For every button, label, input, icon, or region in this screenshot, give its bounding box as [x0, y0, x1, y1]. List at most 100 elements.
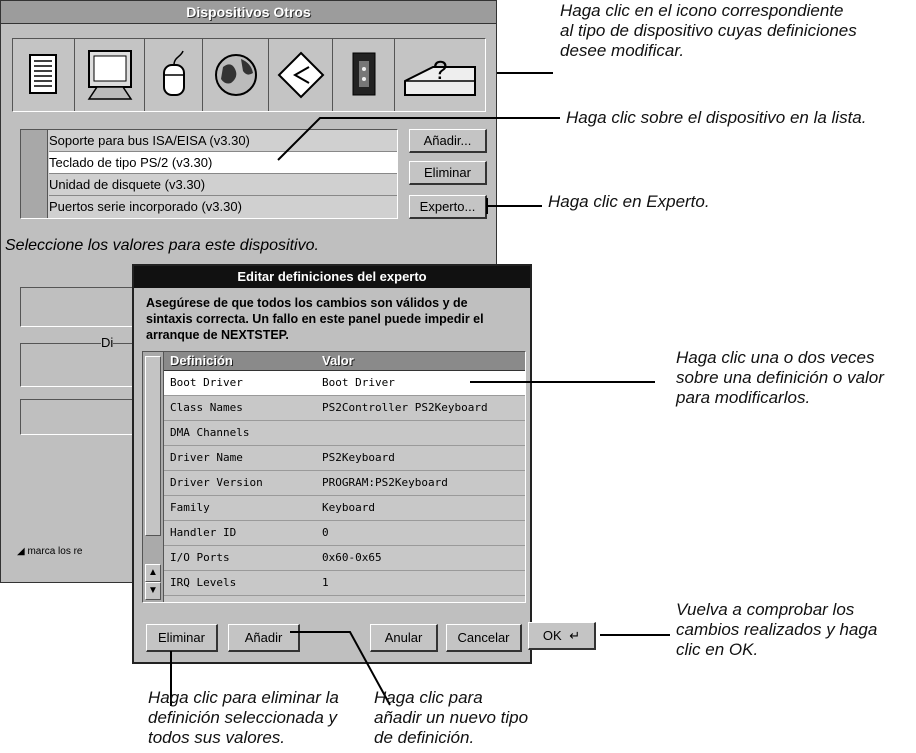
device-type-other[interactable]: ? — [395, 39, 485, 111]
callout-line: desee modificar. — [560, 41, 685, 60]
row-definition: Handler ID — [170, 526, 237, 539]
callout-line: sobre una definición o valor — [676, 368, 884, 387]
return-key-icon: ↵ — [569, 628, 581, 643]
scroll-knob[interactable] — [145, 356, 161, 536]
scroll-up-arrow-icon[interactable]: ▲ — [145, 564, 161, 582]
callout-line: Haga clic para — [374, 688, 483, 707]
table-row[interactable]: Class Names PS2Controller PS2Keyboard — [164, 396, 525, 421]
callout-select-device: Haga clic sobre el dispositivo en la lis… — [566, 108, 911, 128]
scroll-down-arrow-icon[interactable]: ▼ — [145, 582, 161, 600]
device-type-display[interactable] — [75, 39, 145, 111]
device-type-document[interactable] — [13, 39, 75, 111]
document-icon — [29, 54, 57, 94]
row-value: PS2Keyboard — [322, 451, 395, 464]
callout-ok: Vuelva a comprobar los cambios realizado… — [676, 600, 912, 660]
callout-line: Vuelva a comprobar los — [676, 600, 855, 619]
callout-line: todos sus valores. — [148, 728, 286, 747]
window-titlebar[interactable]: Dispositivos Otros — [1, 1, 496, 24]
callout-line: definición seleccionada y — [148, 708, 338, 727]
callout-edit-definition: Haga clic una o dos veces sobre una defi… — [676, 348, 912, 408]
value-box-3 — [20, 399, 150, 435]
device-list-item[interactable]: Puertos serie incorporado (v3.30) — [49, 196, 397, 217]
dialog-warning: Asegúrese de que todos los cambios son v… — [146, 296, 484, 342]
footer-note: ◢ marca los re — [17, 546, 83, 557]
value-box-label: Di — [101, 335, 114, 350]
device-type-bar: ? — [12, 38, 486, 112]
dialog-titlebar[interactable]: Editar definiciones del experto — [134, 266, 530, 288]
svg-text:?: ? — [433, 55, 447, 85]
cancel-button[interactable]: Cancelar — [446, 624, 522, 652]
callout-line: Haga clic sobre el dispositivo en la lis… — [566, 108, 867, 127]
values-prompt: Seleccione los valores para este disposi… — [5, 237, 319, 254]
row-value: Boot Driver — [322, 376, 395, 389]
row-definition: Family — [170, 501, 210, 514]
callout-add: Haga clic para añadir un nuevo tipo de d… — [374, 688, 574, 748]
row-definition: IRQ Levels — [170, 576, 237, 589]
callout-line: Haga clic una o dos veces — [676, 348, 875, 367]
device-list-item-label: Puertos serie incorporado (v3.30) — [49, 199, 242, 214]
row-definition: DMA Channels — [170, 426, 250, 439]
row-definition: Boot Driver — [170, 376, 243, 389]
device-type-network[interactable] — [203, 39, 269, 111]
row-definition: Class Names — [170, 401, 243, 414]
table-row[interactable]: Family Keyboard — [164, 496, 525, 521]
row-definition: I/O Ports — [170, 551, 230, 564]
table-row[interactable]: Driver Version PROGRAM:PS2Keyboard — [164, 471, 525, 496]
row-value: 1 — [322, 576, 329, 589]
callout-remove: Haga clic para eliminar la definición se… — [148, 688, 368, 748]
row-value: PS2Controller PS2Keyboard — [322, 401, 488, 414]
table-row[interactable]: I/O Ports 0x60-0x65 — [164, 546, 525, 571]
device-type-ports[interactable] — [269, 39, 333, 111]
value-box-1 — [20, 287, 150, 327]
ok-label: OK — [542, 628, 562, 643]
device-list-item[interactable]: Unidad de disquete (v3.30) — [49, 174, 397, 196]
table-row[interactable]: Handler ID 0 — [164, 521, 525, 546]
callout-line: cambios realizados y haga — [676, 620, 878, 639]
device-type-storage[interactable] — [333, 39, 395, 111]
row-value: 0x60-0x65 — [322, 551, 382, 564]
device-type-mouse[interactable] — [145, 39, 203, 111]
callout-line: añadir un nuevo tipo — [374, 708, 529, 727]
table-row[interactable]: Driver Name PS2Keyboard — [164, 446, 525, 471]
mouse-icon — [163, 50, 185, 96]
callout-line: de definición. — [374, 728, 475, 747]
callout-line: para modificarlos. — [676, 388, 811, 407]
window-title: Dispositivos Otros — [186, 4, 311, 20]
expert-dialog: Editar definiciones del experto Asegúres… — [132, 264, 532, 664]
table-header: Definición Valor — [164, 352, 525, 371]
leader-line-3-tick — [486, 198, 488, 214]
globe-icon — [215, 54, 257, 96]
leader-line-5 — [600, 634, 670, 636]
device-list-scrollbar[interactable] — [21, 130, 48, 218]
definitions-table: ▲ ▼ Definición Valor Boot Driver Boot Dr… — [142, 351, 526, 603]
remove-definition-button[interactable]: Eliminar — [146, 624, 218, 652]
unknown-device-icon: ? — [404, 55, 476, 96]
device-list-item-label: Teclado de tipo PS/2 (v3.30) — [49, 155, 213, 170]
network-icon — [277, 51, 325, 99]
leader-line-2 — [277, 117, 560, 161]
callout-line: al tipo de dispositivo cuyas definicione… — [560, 21, 857, 40]
column-header-definition[interactable]: Definición — [170, 353, 233, 368]
row-definition: Driver Version — [170, 476, 263, 489]
expert-button[interactable]: Experto... — [409, 195, 487, 219]
table-body: Boot Driver Boot Driver Class Names PS2C… — [164, 371, 525, 601]
callout-device-type: Haga clic en el icono correspondiente al… — [560, 1, 900, 61]
value-box-2: Di 16 — [20, 335, 150, 387]
row-definition: Driver Name — [170, 451, 243, 464]
callout-line: Haga clic en Experto. — [548, 192, 710, 211]
monitor-icon — [87, 50, 133, 100]
device-list-item-label: Soporte para bus ISA/EISA (v3.30) — [49, 133, 250, 148]
callout-line: clic en OK. — [676, 640, 759, 659]
ok-button[interactable]: OK ↵ — [528, 622, 596, 650]
row-value: PROGRAM:PS2Keyboard — [322, 476, 448, 489]
callout-line: Haga clic para eliminar la — [148, 688, 339, 707]
leader-line-4 — [470, 381, 655, 383]
row-value: 0 — [322, 526, 329, 539]
callout-line: Haga clic en el icono correspondiente — [560, 1, 844, 20]
column-header-value[interactable]: Valor — [322, 353, 354, 368]
table-row[interactable]: IRQ Levels 1 — [164, 571, 525, 596]
table-row[interactable]: DMA Channels — [164, 421, 525, 446]
definitions-scrollbar[interactable]: ▲ ▼ — [143, 352, 164, 602]
dialog-title: Editar definiciones del experto — [237, 269, 427, 284]
device-list-item-label: Unidad de disquete (v3.30) — [49, 177, 206, 192]
